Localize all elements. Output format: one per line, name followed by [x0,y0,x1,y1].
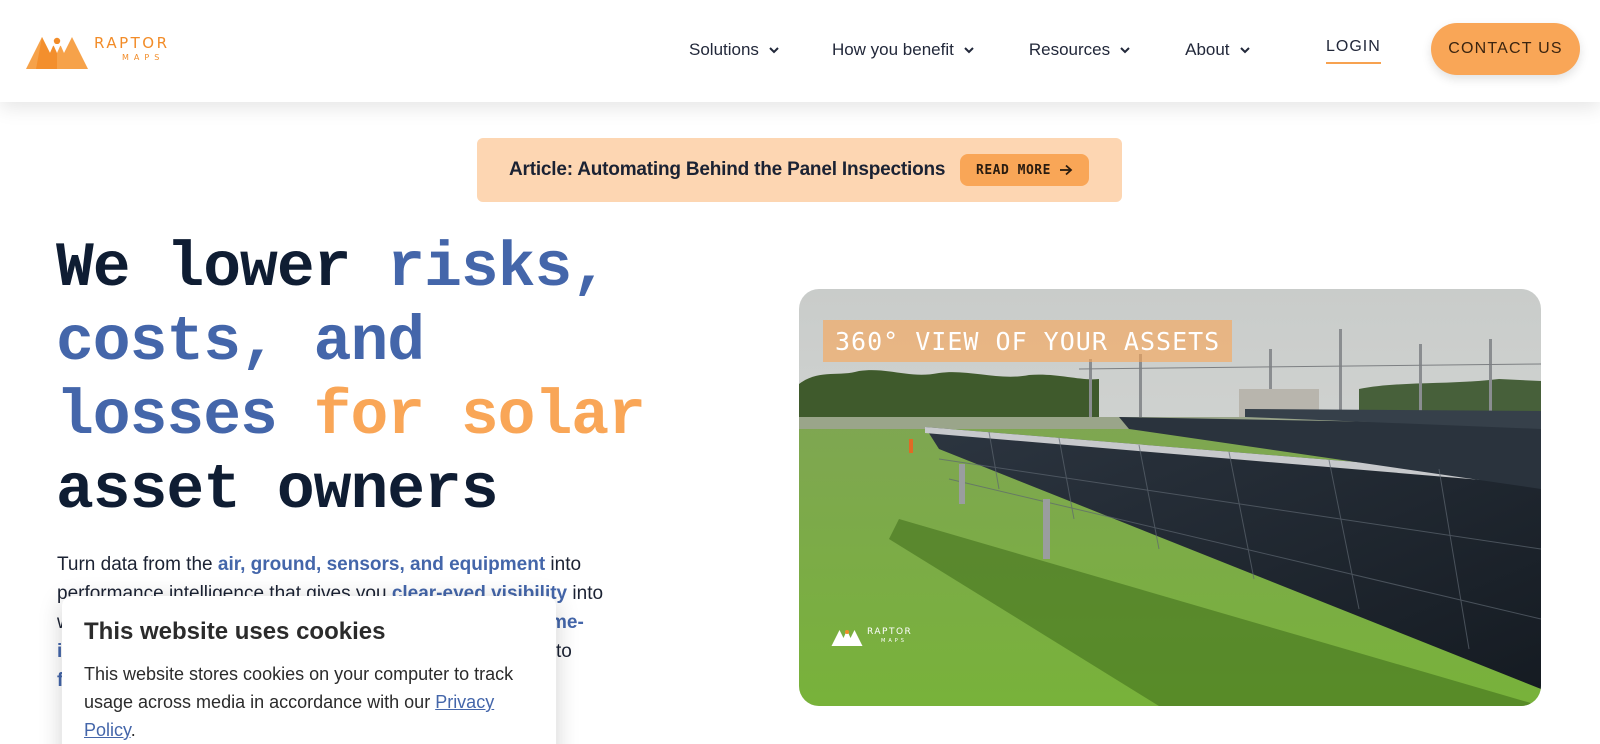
chevron-down-icon [769,47,779,54]
article-banner[interactable]: Article: Automating Behind the Panel Ins… [477,138,1122,202]
nav-resources-label: Resources [1028,40,1111,59]
desc-part-1: Turn data from the [57,554,218,575]
watermark-name-bottom: MAPS [881,638,907,644]
hero-title: We lower risks, costs, and losses for so… [56,232,676,528]
contact-us-button[interactable]: CONTACT US [1431,23,1580,75]
hero-title-part-5: for solar [313,381,646,452]
raptor-maps-logo[interactable]: RAPTOR MAPS [26,28,176,70]
login-link[interactable]: LOGIN [1326,38,1381,64]
logo-name-top: RAPTOR [94,34,170,52]
logo-name-bottom: MAPS [122,53,165,62]
nav-how-you-benefit-label: How you benefit [831,40,954,59]
nav-solutions-label: Solutions [689,40,759,59]
chevron-down-icon [1120,47,1130,54]
desc-highlight-1: air, ground, sensors, and equipment [217,554,546,575]
cookie-text: This website stores cookies on your comp… [84,660,534,744]
nav-how-you-benefit[interactable]: How you benefit [832,40,975,60]
watermark-mountain-icon [831,630,863,646]
chevron-down-icon [1239,47,1250,54]
main-nav: Solutions How you benefit Resources Abou… [689,38,1251,62]
desc-part-5: into [567,583,604,604]
hero-video[interactable]: 360° VIEW OF YOUR ASSETS RAPTOR MAPS [799,289,1541,706]
logo-mountain-icon [26,35,88,69]
hero-title-part-2: risks, [387,233,609,304]
nav-about[interactable]: About [1185,40,1250,60]
read-more-label: READ MORE [976,162,1051,178]
site-header: RAPTOR MAPS Solutions How you benefit Re… [0,0,1600,102]
cookie-text-end: . [130,720,136,740]
hero-title-part-1: We lower [56,233,388,304]
hero-title-part-6: asset owners [56,455,499,526]
video-label: 360° VIEW OF YOUR ASSETS [823,320,1233,362]
nav-about-label: About [1185,40,1230,59]
hero-title-part-3: costs, and [56,307,425,378]
nav-solutions[interactable]: Solutions [689,40,780,60]
read-more-button[interactable]: READ MORE [960,154,1089,186]
arrow-right-icon [1059,164,1073,176]
chevron-down-icon [964,47,974,54]
nav-resources[interactable]: Resources [1029,40,1131,60]
cookie-consent-popup: This website uses cookies This website s… [62,596,556,744]
video-watermark-logo: RAPTOR MAPS [831,626,912,646]
cookie-title: This website uses cookies [84,618,386,645]
watermark-name-top: RAPTOR [867,627,913,637]
banner-text: Article: Automating Behind the Panel Ins… [509,159,946,180]
hero-title-part-4: losses [56,381,314,452]
